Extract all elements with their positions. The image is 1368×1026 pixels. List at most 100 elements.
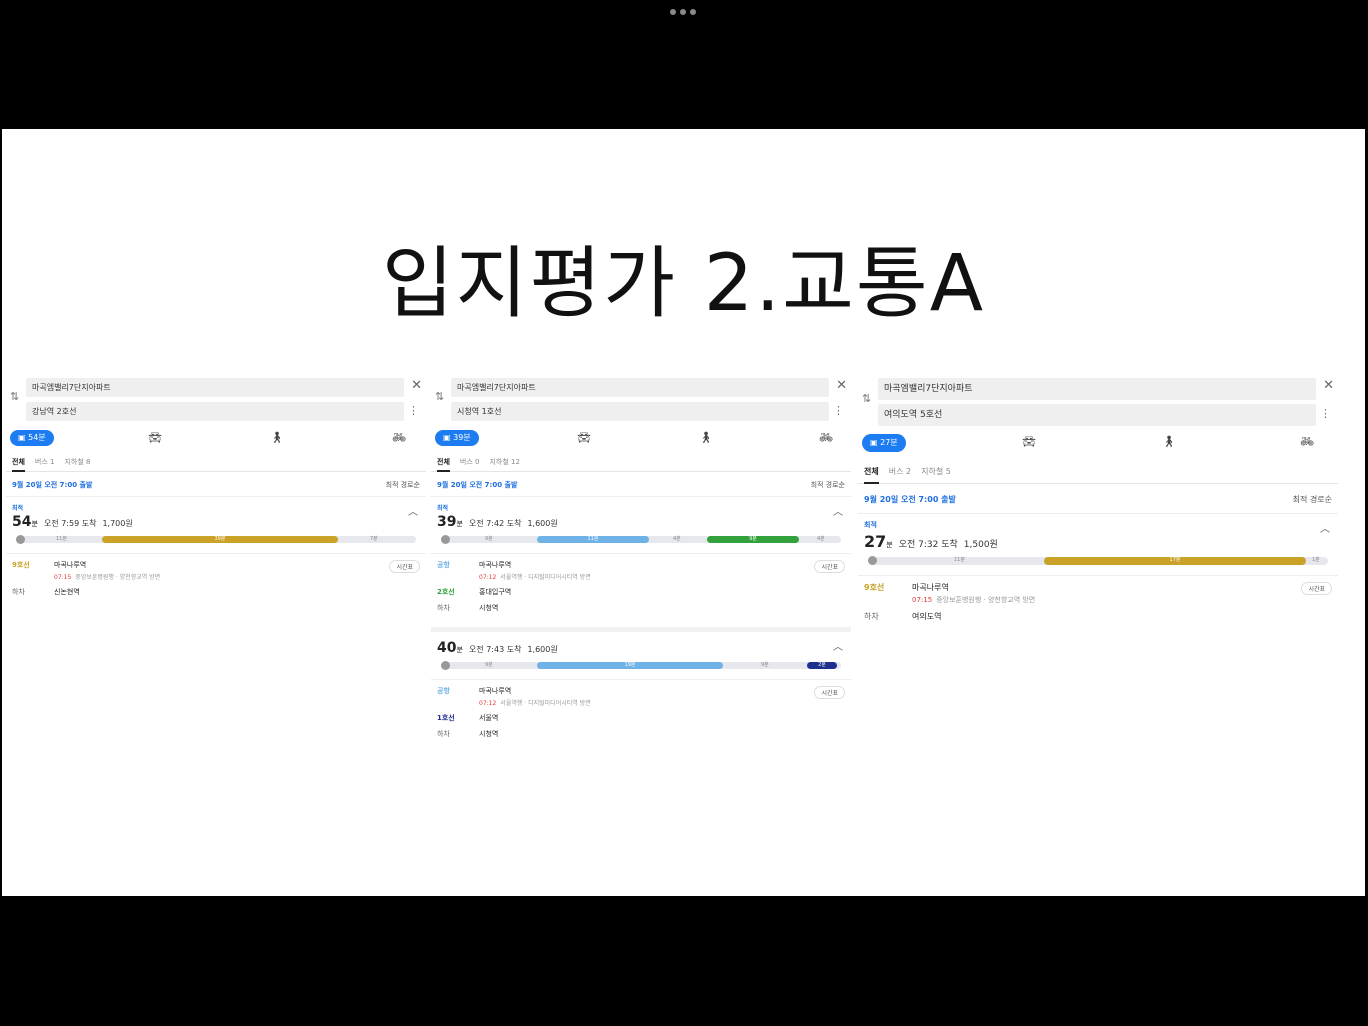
station-name: 시청역 — [479, 604, 499, 612]
line-label: 공항 — [437, 687, 450, 695]
line-label: 2호선 — [437, 588, 455, 596]
bus-icon: ▣ — [870, 438, 881, 447]
window-dots[interactable] — [670, 9, 696, 15]
station-name: 신논현역 — [54, 588, 80, 596]
walk-icon[interactable]: 🚶︎ — [1162, 435, 1176, 448]
tab-all[interactable]: 전체 — [12, 452, 25, 472]
duration: 40 — [437, 640, 457, 656]
chevron-up-icon[interactable]: ︿ — [833, 503, 843, 518]
tab-subway[interactable]: 지하철 8 — [64, 452, 90, 472]
departure-time[interactable]: 9월 20일 오전 7:00 출발 — [437, 480, 517, 490]
destination-input[interactable]: 시청역 1호선 — [451, 402, 829, 421]
route-card[interactable]: 최적 ︿ 39분 오전 7:42 도착 1,600원 9분 11분 4분 9분 … — [431, 497, 851, 553]
line-label: 9호선 — [864, 583, 885, 592]
transit-mode-button[interactable]: ▣ 54분 — [10, 430, 54, 446]
line-label: 9호선 — [12, 561, 30, 569]
line9-segment: 17분 — [1044, 557, 1306, 565]
swap-icon[interactable]: ⇅ — [435, 390, 444, 403]
departure-time[interactable]: 9월 20일 오전 7:00 출발 — [864, 494, 956, 505]
walk-start-icon — [441, 661, 450, 670]
route-bar: 11분 17분 1분 — [868, 556, 1328, 565]
walk-segment: 4분 — [673, 536, 681, 542]
bike-icon[interactable]: 🚲︎ — [392, 431, 406, 444]
fare: 1,600원 — [527, 645, 558, 654]
route-bar: 9분 19분 9분 2분 — [441, 661, 841, 670]
chevron-up-icon[interactable]: ︿ — [408, 503, 418, 518]
more-icon[interactable]: ⋮ — [833, 404, 844, 417]
car-icon[interactable]: 🚘︎ — [577, 431, 591, 444]
close-icon[interactable]: ✕ — [411, 378, 422, 393]
tab-subway[interactable]: 지하철 5 — [921, 460, 951, 484]
more-icon[interactable]: ⋮ — [1320, 407, 1331, 420]
step-alight: 하차 신논현역 — [12, 587, 420, 597]
timetable-button[interactable]: 시간표 — [389, 560, 420, 573]
sort-select[interactable]: 최적 경로순 — [1293, 494, 1332, 505]
swap-icon[interactable]: ⇅ — [862, 392, 871, 405]
step-board: 공항 마곡나루역 07:12 서울역행 · 디지털미디어시티역 방면 시간표 — [437, 686, 845, 707]
close-icon[interactable]: ✕ — [1323, 378, 1334, 393]
tab-all[interactable]: 전체 — [437, 452, 450, 472]
walk-start-icon — [868, 556, 877, 565]
walk-start-icon — [16, 535, 25, 544]
swap-icon[interactable]: ⇅ — [10, 390, 19, 403]
tab-all[interactable]: 전체 — [864, 460, 879, 484]
walk-icon[interactable]: 🚶︎ — [270, 431, 284, 444]
tab-bus[interactable]: 버스 1 — [35, 452, 55, 472]
car-icon[interactable]: 🚘︎ — [148, 431, 162, 444]
bike-icon[interactable]: 🚲︎ — [819, 431, 833, 444]
sort-select[interactable]: 최적 경로순 — [811, 480, 845, 490]
walk-segment: 11분 — [56, 536, 67, 542]
walk-segment: 4분 — [817, 536, 825, 542]
car-icon[interactable]: 🚘︎ — [1022, 435, 1036, 448]
route-bar: 11분 39분 7분 — [16, 535, 416, 544]
walk-segment: 9분 — [761, 662, 769, 668]
step-board: 9호선 마곡나루역 07:15 중앙보훈병원행 · 양천향교역 방면 시간표 — [864, 582, 1332, 605]
step-board: 9호선 마곡나루역 07:15 중앙보훈병원행 · 양천향교역 방면 시간표 — [12, 560, 420, 581]
transit-mode-button[interactable]: ▣ 27분 — [862, 434, 906, 452]
origin-input[interactable]: 마곡엠밸리7단지아파트 — [878, 378, 1316, 400]
best-badge: 최적 — [12, 505, 24, 512]
walk-segment: 7분 — [370, 536, 378, 542]
route-card[interactable]: ︿ 40분 오전 7:43 도착 1,600원 9분 19분 9분 2분 — [431, 632, 851, 679]
timetable-button[interactable]: 시간표 — [814, 686, 845, 699]
step-transfer: 1호선 서울역 — [437, 713, 845, 723]
bus-icon: ▣ — [443, 433, 454, 442]
origin-input[interactable]: 마곡엠밸리7단지아파트 — [26, 378, 404, 397]
timetable-button[interactable]: 시간표 — [1301, 582, 1332, 595]
departure-time[interactable]: 9월 20일 오전 7:00 출발 — [12, 480, 92, 490]
timetable-button[interactable]: 시간표 — [814, 560, 845, 573]
close-icon[interactable]: ✕ — [836, 378, 847, 393]
line2-segment: 9분 — [707, 536, 799, 543]
line-label: 공항 — [437, 561, 450, 569]
tab-bus[interactable]: 버스 0 — [460, 452, 480, 472]
route-bar: 9분 11분 4분 9분 4분 — [441, 535, 841, 544]
route-card[interactable]: 최적 ︿ 54분 오전 7:59 도착 1,700원 11분 39분 7분 — [6, 497, 426, 553]
duration: 39 — [437, 514, 457, 530]
best-badge: 최적 — [437, 505, 449, 512]
station-name: 서울역 — [479, 714, 499, 722]
transit-mode-button[interactable]: ▣ 39분 — [435, 430, 479, 446]
station-name: 마곡나루역 — [479, 561, 512, 569]
walk-start-icon — [441, 535, 450, 544]
destination-input[interactable]: 강남역 2호선 — [26, 402, 404, 421]
chevron-up-icon[interactable]: ︿ — [833, 638, 843, 653]
sort-select[interactable]: 최적 경로순 — [386, 480, 420, 490]
arrival-time: 오전 7:43 도착 — [468, 645, 522, 654]
route-card[interactable]: 최적 ︿ 27분 오전 7:32 도착 1,500원 11분 17분 1분 — [858, 514, 1338, 575]
fare: 1,600원 — [527, 519, 558, 528]
slide-title: 입지평가 2.교통A — [381, 239, 986, 329]
station-name: 여의도역 — [912, 612, 942, 621]
tab-bus[interactable]: 버스 2 — [889, 460, 911, 484]
station-name: 마곡나루역 — [54, 561, 87, 569]
walk-icon[interactable]: 🚶︎ — [699, 431, 713, 444]
chevron-up-icon[interactable]: ︿ — [1320, 520, 1330, 535]
destination-input[interactable]: 여의도역 5호선 — [878, 404, 1316, 426]
tab-subway[interactable]: 지하철 12 — [489, 452, 519, 472]
more-icon[interactable]: ⋮ — [408, 404, 419, 417]
walk-segment: 1분 — [1312, 557, 1320, 563]
origin-input[interactable]: 마곡엠밸리7단지아파트 — [451, 378, 829, 397]
walk-segment: 11분 — [954, 557, 965, 563]
step-board: 공항 마곡나루역 07:12 서울역행 · 디지털미디어시티역 방면 시간표 — [437, 560, 845, 581]
bike-icon[interactable]: 🚲︎ — [1300, 435, 1314, 448]
slide: 입지평가 2.교통A 마곡엠밸리7단지아파트 ✕ ⇅ 강남역 2호선 ⋮ ▣ 5… — [2, 129, 1365, 896]
